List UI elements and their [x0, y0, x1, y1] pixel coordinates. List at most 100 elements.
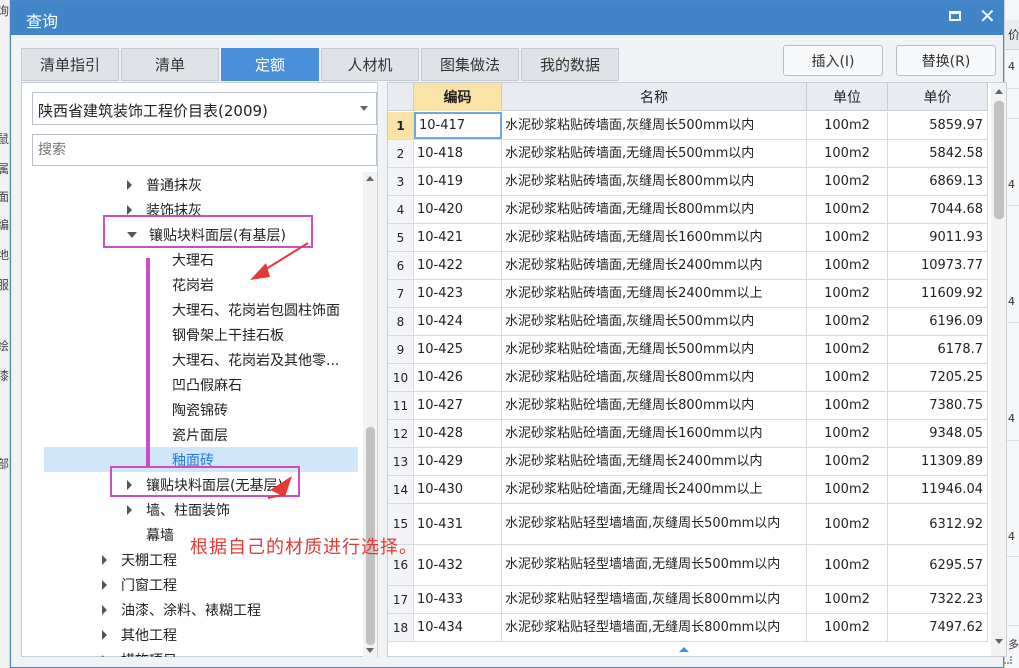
table-row[interactable]: 17 10-433 水泥砂浆粘贴轻型墙墙面,灰缝周长800mm以内 100m2 7322… — [388, 586, 988, 614]
collapsed-triangle-icon[interactable] — [127, 504, 132, 515]
price-cell[interactable]: 5859.97 — [888, 112, 988, 139]
name-cell[interactable]: 水泥砂浆粘贴砼墙面,灰缝周长800mm以内 — [502, 364, 807, 391]
code-cell[interactable]: 10-427 — [414, 392, 502, 419]
tab-list-guide[interactable]: 清单指引 — [21, 48, 119, 81]
row-number-cell[interactable]: 17 — [388, 586, 414, 613]
code-cell[interactable]: 10-426 — [414, 364, 502, 391]
unit-cell[interactable]: 100m2 — [807, 476, 888, 503]
code-cell[interactable]: 10-429 — [414, 448, 502, 475]
tree-node[interactable]: 墙、柱面装饰 — [127, 497, 230, 522]
name-cell[interactable]: 水泥砂浆粘贴轻型墙墙面,无缝周长800mm以内 — [502, 614, 807, 641]
unit-cell[interactable]: 100m2 — [807, 224, 888, 251]
tree-node[interactable]: 大理石、花岗岩包圆柱饰面 — [172, 297, 340, 322]
collapsed-triangle-icon[interactable] — [102, 654, 107, 657]
name-cell[interactable]: 水泥砂浆粘贴砖墙面,无缝周长500mm以内 — [502, 140, 807, 167]
name-cell[interactable]: 水泥砂浆粘贴砼墙面,无缝周长2400mm以内 — [502, 448, 807, 475]
tree-node[interactable]: 大理石 — [172, 247, 214, 272]
price-cell[interactable]: 6196.09 — [888, 308, 988, 335]
tab-my-data[interactable]: 我的数据 — [521, 48, 619, 81]
price-cell[interactable]: 7322.23 — [888, 586, 988, 613]
table-row[interactable]: 11 10-427 水泥砂浆粘贴砼墙面,无缝周长800mm以内 100m2 7380.7… — [388, 392, 988, 420]
table-row[interactable]: 3 10-419 水泥砂浆粘贴砖墙面,灰缝周长800mm以内 100m2 6869.13 — [388, 168, 988, 196]
price-cell[interactable]: 6312.92 — [888, 504, 988, 544]
price-cell[interactable]: 6178.7 — [888, 336, 988, 363]
insert-button[interactable]: 插入(I) — [783, 45, 883, 76]
row-number-cell[interactable]: 5 — [388, 224, 414, 251]
unit-cell[interactable]: 100m2 — [807, 140, 888, 167]
row-number-cell[interactable]: 8 — [388, 308, 414, 335]
column-header-unit[interactable]: 单位 — [807, 83, 888, 111]
name-cell[interactable]: 水泥砂浆粘贴砖墙面,无缝周长2400mm以内 — [502, 252, 807, 279]
scroll-down-icon[interactable] — [366, 648, 374, 653]
code-cell[interactable]: 10-428 — [414, 420, 502, 447]
tree-node[interactable]: 措施项目 — [102, 647, 177, 657]
code-cell[interactable]: 10-425 — [414, 336, 502, 363]
unit-cell[interactable]: 100m2 — [807, 112, 888, 139]
maximize-icon[interactable] — [949, 11, 961, 21]
price-cell[interactable]: 6869.13 — [888, 168, 988, 195]
code-cell[interactable]: 10-430 — [414, 476, 502, 503]
unit-cell[interactable]: 100m2 — [807, 545, 888, 585]
splitter-handle-icon[interactable] — [679, 647, 689, 652]
collapsed-triangle-icon[interactable] — [102, 554, 107, 565]
name-cell[interactable]: 水泥砂浆粘贴砖墙面,灰缝周长500mm以内 — [502, 112, 807, 139]
unit-cell[interactable]: 100m2 — [807, 586, 888, 613]
unit-cell[interactable]: 100m2 — [807, 308, 888, 335]
column-header-price[interactable]: 单价 — [888, 83, 988, 111]
code-cell[interactable]: 10-420 — [414, 196, 502, 223]
collapsed-triangle-icon[interactable] — [102, 629, 107, 640]
price-cell[interactable]: 9348.05 — [888, 420, 988, 447]
price-cell[interactable]: 7205.25 — [888, 364, 988, 391]
code-cell[interactable]: 10-433 — [414, 586, 502, 613]
tab-quota[interactable]: 定额 — [221, 48, 319, 81]
code-cell[interactable]: 10-421 — [414, 224, 502, 251]
scroll-up-icon[interactable] — [366, 176, 374, 181]
title-bar[interactable]: 查询 ✕ — [11, 1, 1003, 35]
code-cell[interactable]: 10-417 — [414, 112, 502, 139]
table-row[interactable]: 13 10-429 水泥砂浆粘贴砼墙面,无缝周长2400mm以内 100m2 11309… — [388, 448, 988, 476]
name-cell[interactable]: 水泥砂浆粘贴轻型墙墙面,无缝周长500mm以内 — [502, 545, 807, 585]
row-number-cell[interactable]: 3 — [388, 168, 414, 195]
name-cell[interactable]: 水泥砂浆粘贴砼墙面,无缝周长800mm以内 — [502, 392, 807, 419]
tab-bill[interactable]: 清单 — [121, 48, 219, 81]
code-cell[interactable]: 10-434 — [414, 614, 502, 641]
search-input[interactable] — [32, 134, 377, 166]
table-row[interactable]: 18 10-434 水泥砂浆粘贴轻型墙墙面,无缝周长800mm以内 100m2 7497… — [388, 614, 988, 642]
table-scrollbar[interactable] — [991, 83, 1006, 656]
price-cell[interactable]: 11309.89 — [888, 448, 988, 475]
row-number-cell[interactable]: 12 — [388, 420, 414, 447]
price-cell[interactable]: 7044.68 — [888, 196, 988, 223]
table-row[interactable]: 9 10-425 水泥砂浆粘贴砼墙面,无缝周长500mm以内 100m2 6178.7 — [388, 336, 988, 364]
unit-cell[interactable]: 100m2 — [807, 392, 888, 419]
unit-cell[interactable]: 100m2 — [807, 336, 888, 363]
tree-node[interactable]: 门窗工程 — [102, 572, 177, 597]
close-icon[interactable]: ✕ — [979, 5, 996, 27]
name-cell[interactable]: 水泥砂浆粘贴砖墙面,无缝周长800mm以内 — [502, 196, 807, 223]
code-cell[interactable]: 10-423 — [414, 280, 502, 307]
unit-cell[interactable]: 100m2 — [807, 196, 888, 223]
unit-cell[interactable]: 100m2 — [807, 448, 888, 475]
name-cell[interactable]: 水泥砂浆粘贴砖墙面,无缝周长2400mm以上 — [502, 280, 807, 307]
code-cell[interactable]: 10-419 — [414, 168, 502, 195]
tree-node[interactable]: 幕墙 — [146, 522, 174, 547]
unit-cell[interactable]: 100m2 — [807, 364, 888, 391]
name-cell[interactable]: 水泥砂浆粘贴砖墙面,灰缝周长800mm以内 — [502, 168, 807, 195]
table-row[interactable]: 6 10-422 水泥砂浆粘贴砖墙面,无缝周长2400mm以内 100m2 10973.… — [388, 252, 988, 280]
row-number-cell[interactable]: 13 — [388, 448, 414, 475]
name-cell[interactable]: 水泥砂浆粘贴砼墙面,灰缝周长500mm以内 — [502, 308, 807, 335]
collapsed-triangle-icon[interactable] — [127, 204, 132, 215]
price-cell[interactable]: 9011.93 — [888, 224, 988, 251]
tree-node[interactable]: 陶瓷锦砖 — [172, 397, 228, 422]
row-number-cell[interactable]: 2 — [388, 140, 414, 167]
library-select[interactable]: 陕西省建筑装饰工程价目表(2009) — [32, 92, 377, 125]
replace-button[interactable]: 替换(R) — [896, 45, 996, 76]
tree-node[interactable]: 瓷片面层 — [172, 422, 228, 447]
code-cell[interactable]: 10-418 — [414, 140, 502, 167]
collapsed-triangle-icon[interactable] — [102, 604, 107, 615]
table-row[interactable]: 2 10-418 水泥砂浆粘贴砖墙面,无缝周长500mm以内 100m2 5842.58 — [388, 140, 988, 168]
unit-cell[interactable]: 100m2 — [807, 280, 888, 307]
row-number-cell[interactable]: 9 — [388, 336, 414, 363]
unit-cell[interactable]: 100m2 — [807, 252, 888, 279]
unit-cell[interactable]: 100m2 — [807, 420, 888, 447]
row-number-cell[interactable]: 7 — [388, 280, 414, 307]
